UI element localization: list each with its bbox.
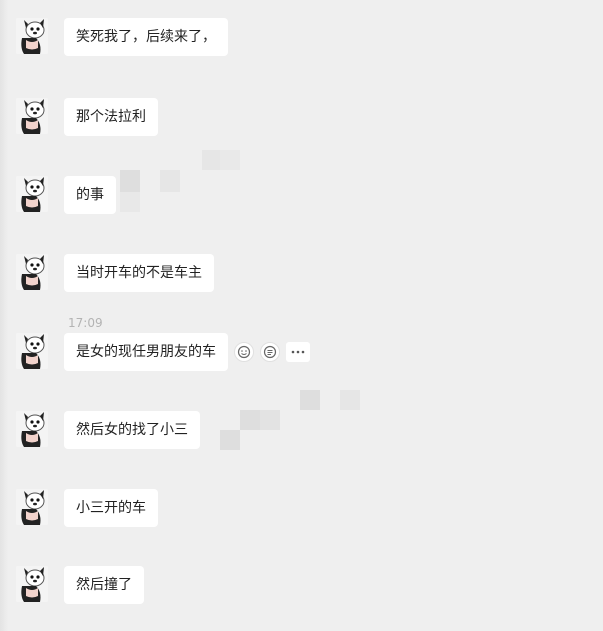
avatar[interactable] [16,489,48,525]
message-bubble[interactable]: 那个法拉利 [64,98,158,136]
redacted-patch [220,150,240,170]
redacted-patch [260,410,280,430]
avatar[interactable] [16,254,48,290]
avatar[interactable] [16,333,48,369]
quote-reply-button[interactable] [260,342,280,362]
avatar[interactable] [16,411,48,447]
chat-history: 笑死我了，后续来了， 那个法拉利 的事 当时开车的不是车主 17:09 是女的现… [0,0,603,631]
redacted-patch [340,390,360,410]
avatar-dog-icon [16,98,48,134]
message-bubble[interactable]: 小三开的车 [64,489,158,527]
message-bubble[interactable]: 然后女的找了小三 [64,411,200,449]
redacted-patch [202,150,220,170]
message-bubble[interactable]: 是女的现任男朋友的车 [64,333,228,371]
window-edge [0,0,8,631]
redacted-patch [160,170,180,192]
message-bubble[interactable]: 的事 [64,176,116,214]
message-bubble[interactable]: 当时开车的不是车主 [64,254,214,292]
message-timestamp: 17:09 [68,316,103,330]
avatar-dog-icon [16,411,48,447]
avatar[interactable] [16,566,48,602]
redacted-patch [300,390,320,410]
more-options-button[interactable] [286,342,310,362]
avatar-dog-icon [16,18,48,54]
message-bubble[interactable]: 笑死我了，后续来了， [64,18,228,56]
message-row: 是女的现任男朋友的车 [16,333,316,373]
redacted-patch [240,410,260,430]
message-hover-actions [234,340,310,364]
redacted-patch [120,170,140,192]
avatar[interactable] [16,18,48,54]
avatar-dog-icon [16,333,48,369]
emoji-icon [237,345,251,359]
avatar-dog-icon [16,254,48,290]
avatar[interactable] [16,176,48,212]
avatar-dog-icon [16,176,48,212]
avatar-dog-icon [16,489,48,525]
avatar[interactable] [16,98,48,134]
quote-icon [263,345,277,359]
redacted-patch [220,430,240,450]
emoji-reaction-button[interactable] [234,342,254,362]
message-bubble[interactable]: 然后撞了 [64,566,144,604]
redacted-patch [120,192,140,212]
more-icon [291,350,305,354]
avatar-dog-icon [16,566,48,602]
